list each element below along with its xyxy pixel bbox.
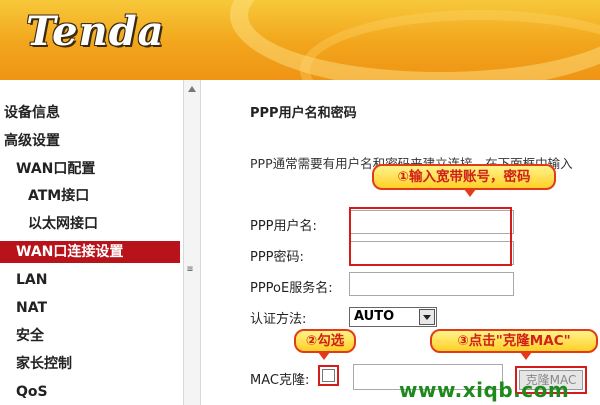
sidebar-item-atm-interface[interactable]: ATM接口: [28, 185, 89, 207]
sidebar-nav: 设备信息 高级设置 WAN口配置 ATM接口 以太网接口 WAN口连接设置 LA…: [0, 80, 183, 405]
pppoe-service-label: PPPoE服务名:: [250, 281, 333, 296]
header-banner: Tenda: [0, 0, 600, 80]
sidebar-item-wan-config[interactable]: WAN口配置: [16, 158, 95, 180]
sidebar-item-label: WAN口连接设置: [16, 244, 124, 260]
callout-click-clone-mac: ③点击"克隆MAC": [430, 329, 598, 360]
scroll-up-arrow-icon[interactable]: [188, 86, 196, 92]
sidebar-item-device-info[interactable]: 设备信息: [4, 102, 60, 124]
logo-text: Tenda: [26, 8, 165, 55]
ppp-password-label: PPP密码:: [250, 250, 304, 265]
sidebar-item-lan[interactable]: LAN: [16, 269, 47, 291]
credentials-highlight-box: [349, 207, 512, 266]
sidebar-item-parental-control[interactable]: 家长控制: [16, 353, 72, 375]
page-title: PPP用户名和密码: [250, 106, 357, 121]
sidebar-item-qos[interactable]: QoS: [16, 381, 48, 403]
tenda-logo: Tenda: [26, 8, 165, 55]
callout-check: ②勾选: [294, 329, 356, 360]
auth-method-select[interactable]: AUTO: [349, 307, 437, 327]
frame-splitter[interactable]: ≡: [183, 80, 201, 405]
callout-enter-credentials: ①输入宽带账号，密码: [372, 164, 556, 197]
chevron-down-icon[interactable]: [419, 309, 435, 325]
sidebar-item-wan-connection-settings[interactable]: WAN口连接设置: [0, 241, 180, 263]
sidebar-item-nat[interactable]: NAT: [16, 297, 47, 319]
pppoe-service-input[interactable]: [349, 272, 514, 296]
sidebar-item-ethernet-interface[interactable]: 以太网接口: [28, 213, 98, 235]
sidebar-item-security[interactable]: 安全: [16, 325, 44, 347]
main-content: PPP用户名和密码 PPP通常需要有用户名和密码来建立连接。在下面框中输入 PP…: [201, 80, 600, 405]
auth-method-label: 认证方法:: [250, 312, 307, 327]
checkbox-highlight-box: [318, 365, 339, 386]
mac-clone-label: MAC克隆:: [250, 373, 310, 388]
auth-method-value: AUTO: [354, 309, 395, 324]
splitter-grip-icon[interactable]: ≡: [187, 265, 193, 275]
sidebar-item-advanced-settings[interactable]: 高级设置: [4, 130, 60, 152]
watermark-text: www.xiqb.com: [399, 378, 570, 402]
ppp-username-label: PPP用户名:: [250, 219, 317, 234]
